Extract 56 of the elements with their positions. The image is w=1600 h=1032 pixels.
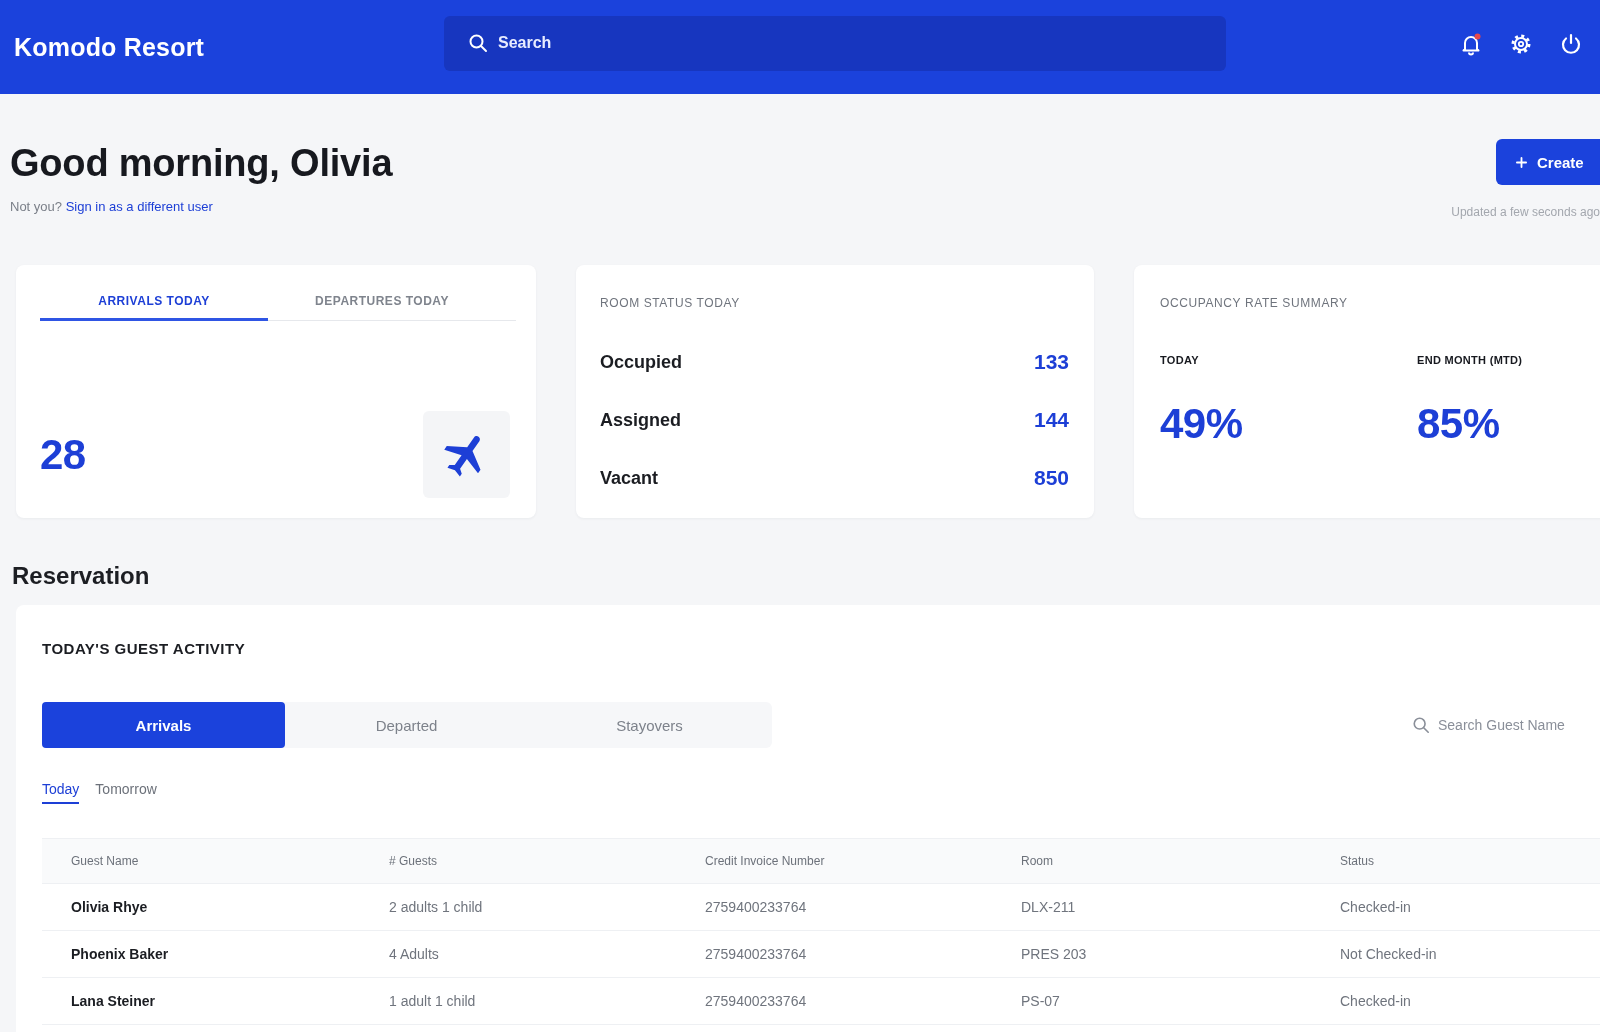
table-cell-text: Phoenix Baker bbox=[71, 946, 170, 962]
guest-search-field[interactable]: Search Guest Name bbox=[1410, 705, 1600, 745]
status-count: 850 bbox=[1033, 466, 1069, 490]
column-header: Status bbox=[1340, 854, 1376, 868]
airplane-icon bbox=[423, 411, 510, 498]
search-icon bbox=[1412, 716, 1430, 734]
table-cell-text: Olivia Rhye bbox=[71, 899, 149, 915]
table-cell-text: 2 adults 1 child bbox=[389, 899, 484, 915]
greeting-title: Good morning, Olivia bbox=[10, 142, 393, 184]
app-logo: Komodo Resort bbox=[14, 32, 205, 61]
column-header: # Guests bbox=[389, 854, 439, 868]
table-cell-text: PS-07 bbox=[1021, 993, 1061, 1009]
sign-in-link[interactable]: Sign in as a different user bbox=[65, 199, 213, 214]
column-header: Guest Name bbox=[71, 854, 140, 868]
column-header: Room bbox=[1021, 854, 1054, 868]
stat-value: 85% bbox=[1417, 400, 1500, 448]
power-icon[interactable] bbox=[1559, 32, 1583, 56]
card-title: OCCUPANCY RATE SUMMARY bbox=[1160, 295, 1348, 311]
search-field[interactable]: Search bbox=[444, 15, 1226, 71]
table-cell-text: Checked-in bbox=[1340, 899, 1412, 915]
table-cell-text: Lana Steiner bbox=[71, 993, 157, 1009]
day-tab[interactable]: Tomorrow bbox=[95, 780, 157, 804]
status-count: 133 bbox=[1033, 350, 1069, 374]
table-cell-text: 4 Adults bbox=[389, 946, 440, 962]
card-tab[interactable]: DEPARTURES TODAY bbox=[268, 265, 496, 321]
status-label: Occupied bbox=[600, 351, 683, 373]
stat-label: END MONTH (MTD) bbox=[1417, 353, 1523, 367]
status-label: Assigned bbox=[600, 409, 682, 431]
table-cell-text: DLX-211 bbox=[1021, 899, 1077, 915]
section-heading: Reservation bbox=[12, 561, 150, 591]
search-icon bbox=[468, 32, 488, 53]
table-cell-text: 2759400233764 bbox=[705, 993, 808, 1009]
account-prompt: Not you? Sign in as a different user bbox=[10, 198, 213, 216]
card-tab[interactable]: ARRIVALS TODAY bbox=[40, 265, 268, 321]
segment-tab[interactable]: Arrivals bbox=[42, 702, 285, 748]
settings-icon[interactable] bbox=[1509, 32, 1533, 56]
table-cell-text: 2759400233764 bbox=[705, 899, 808, 915]
segment-tab[interactable]: Stayovers bbox=[528, 702, 771, 748]
status-count: 144 bbox=[1033, 408, 1069, 432]
table-cell-text: 2759400233764 bbox=[705, 946, 808, 962]
update-status: Updated a few seconds ago bbox=[1451, 204, 1600, 220]
stat-value: 49% bbox=[1160, 400, 1243, 448]
table-cell-text: Checked-in bbox=[1340, 993, 1412, 1009]
segment-tab[interactable]: Departed bbox=[285, 702, 528, 748]
table-cell-text: 1 adult 1 child bbox=[389, 993, 477, 1009]
arrivals-count: 28 bbox=[40, 430, 86, 479]
table-cell-text: Not Checked-in bbox=[1340, 946, 1438, 962]
stat-label: TODAY bbox=[1160, 353, 1199, 367]
table-cell-text: PRES 203 bbox=[1021, 946, 1088, 962]
create-button[interactable]: Create bbox=[1496, 139, 1600, 185]
column-header: Credit Invoice Number bbox=[705, 854, 826, 868]
card-title: ROOM STATUS TODAY bbox=[600, 295, 740, 311]
plus-icon bbox=[1516, 156, 1527, 168]
day-tab[interactable]: Today bbox=[42, 780, 80, 804]
status-label: Vacant bbox=[600, 467, 659, 489]
panel-title: TODAY'S GUEST ACTIVITY bbox=[42, 640, 246, 658]
